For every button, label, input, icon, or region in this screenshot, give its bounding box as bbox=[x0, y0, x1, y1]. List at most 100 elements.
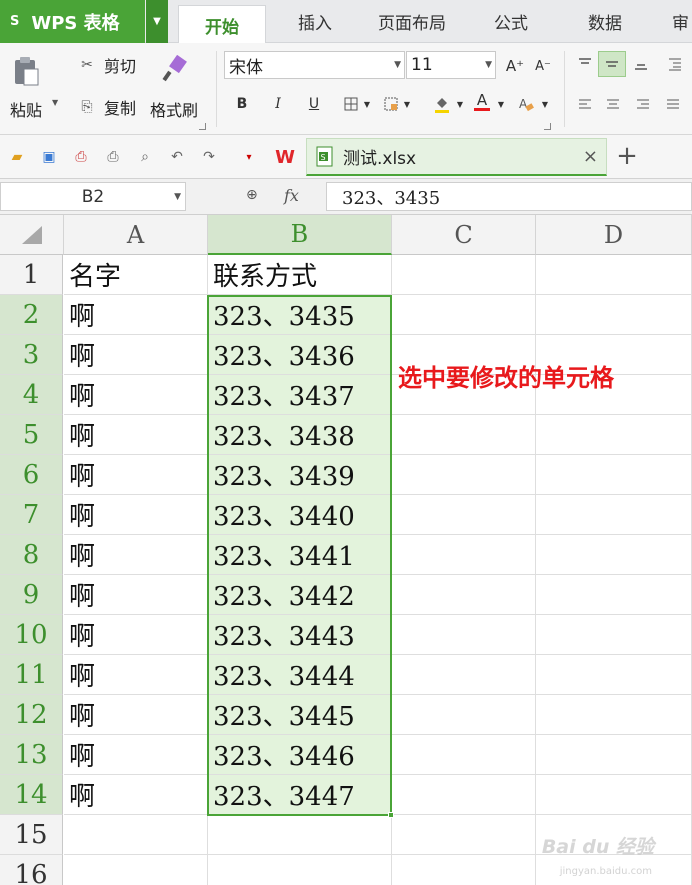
align-center-button[interactable] bbox=[602, 93, 624, 115]
cell-d7[interactable] bbox=[536, 495, 692, 535]
cell-a13[interactable]: 啊 bbox=[64, 735, 208, 775]
chevron-down-icon[interactable]: ▼ bbox=[402, 93, 412, 115]
cell-b10[interactable]: 323、3443 bbox=[208, 615, 392, 655]
cell-d13[interactable] bbox=[536, 735, 692, 775]
cell-c8[interactable] bbox=[392, 535, 536, 575]
cell-b6[interactable]: 323、3439 bbox=[208, 455, 392, 495]
row-header[interactable]: 10 bbox=[0, 615, 63, 655]
tab-page-layout[interactable]: 页面布局 bbox=[362, 0, 462, 43]
font-group-launcher-icon[interactable] bbox=[544, 123, 551, 130]
paste-button[interactable]: 粘贴 bbox=[10, 55, 42, 121]
row-header[interactable]: 11 bbox=[0, 655, 63, 695]
cell-a4[interactable]: 啊 bbox=[64, 375, 208, 415]
cell-b7[interactable]: 323、3440 bbox=[208, 495, 392, 535]
clipboard-group-launcher-icon[interactable] bbox=[199, 123, 206, 130]
cell-d14[interactable] bbox=[536, 775, 692, 815]
undo-icon[interactable]: ↶ bbox=[168, 148, 186, 166]
tab-formulas[interactable]: 公式 bbox=[476, 0, 546, 43]
column-header-c[interactable]: C bbox=[392, 215, 536, 255]
open-folder-icon[interactable]: ▰ bbox=[8, 148, 26, 166]
print-icon[interactable]: ⎙ bbox=[104, 148, 122, 166]
cell-b2[interactable]: 323、3435 bbox=[208, 295, 392, 335]
tab-insert[interactable]: 插入 bbox=[276, 0, 354, 43]
print-preview-icon[interactable]: ⌕ bbox=[136, 148, 154, 166]
row-header[interactable]: 15 bbox=[0, 815, 63, 855]
customize-toolbar-icon[interactable]: ▾ bbox=[240, 148, 258, 166]
paste-dropdown-icon[interactable]: ▼ bbox=[52, 98, 58, 107]
cell-d10[interactable] bbox=[536, 615, 692, 655]
tab-data[interactable]: 数据 bbox=[570, 0, 640, 43]
cell-a16[interactable] bbox=[64, 855, 208, 885]
clear-format-button[interactable]: A bbox=[516, 93, 536, 115]
tab-review[interactable]: 审 bbox=[672, 0, 692, 43]
row-header[interactable]: 1 bbox=[0, 255, 63, 295]
cell-c9[interactable] bbox=[392, 575, 536, 615]
row-header[interactable]: 8 bbox=[0, 535, 63, 575]
cell-a8[interactable]: 啊 bbox=[64, 535, 208, 575]
document-tab[interactable]: S 测试.xlsx × bbox=[306, 138, 607, 176]
row-header[interactable]: 9 bbox=[0, 575, 63, 615]
align-middle-button[interactable] bbox=[598, 51, 626, 77]
cell-b11[interactable]: 323、3444 bbox=[208, 655, 392, 695]
row-header[interactable]: 2 bbox=[0, 295, 63, 335]
cut-button[interactable]: ✂ 剪切 bbox=[76, 53, 136, 77]
fill-color-button[interactable] bbox=[432, 93, 452, 115]
cell-d5[interactable] bbox=[536, 415, 692, 455]
row-header[interactable]: 4 bbox=[0, 375, 63, 415]
cell-a15[interactable] bbox=[64, 815, 208, 855]
cell-b9[interactable]: 323、3442 bbox=[208, 575, 392, 615]
copy-button[interactable]: ⎘ 复制 bbox=[76, 95, 136, 119]
row-header[interactable]: 12 bbox=[0, 695, 63, 735]
row-header[interactable]: 14 bbox=[0, 775, 63, 815]
cell-a1[interactable]: 名字 bbox=[64, 255, 208, 295]
row-header[interactable]: 16 bbox=[0, 855, 63, 885]
italic-button[interactable]: I bbox=[268, 93, 288, 115]
cell-a14[interactable]: 啊 bbox=[64, 775, 208, 815]
fx-icon[interactable]: fx bbox=[284, 186, 299, 205]
cell-a12[interactable]: 啊 bbox=[64, 695, 208, 735]
name-box[interactable]: B2 ▼ bbox=[0, 182, 186, 211]
cell-d1[interactable] bbox=[536, 255, 692, 295]
cell-c12[interactable] bbox=[392, 695, 536, 735]
tab-home[interactable]: 开始 bbox=[178, 5, 266, 44]
cell-c16[interactable] bbox=[392, 855, 536, 885]
close-tab-icon[interactable]: × bbox=[583, 146, 598, 167]
grow-font-button[interactable]: A⁺ bbox=[504, 55, 526, 77]
borders-button[interactable] bbox=[342, 93, 360, 115]
align-left-button[interactable] bbox=[574, 93, 596, 115]
cell-b12[interactable]: 323、3445 bbox=[208, 695, 392, 735]
cell-c11[interactable] bbox=[392, 655, 536, 695]
cell-c5[interactable] bbox=[392, 415, 536, 455]
align-top-button[interactable] bbox=[574, 53, 596, 75]
cell-a6[interactable]: 啊 bbox=[64, 455, 208, 495]
cell-style-button[interactable] bbox=[382, 93, 400, 115]
app-dropdown-icon[interactable]: ▼ bbox=[146, 0, 168, 43]
cell-c15[interactable] bbox=[392, 815, 536, 855]
font-color-button[interactable]: A bbox=[472, 91, 492, 113]
cell-b15[interactable] bbox=[208, 815, 392, 855]
cell-c10[interactable] bbox=[392, 615, 536, 655]
cell-d2[interactable] bbox=[536, 295, 692, 335]
underline-button[interactable]: U bbox=[304, 93, 324, 115]
cell-b3[interactable]: 323、3436 bbox=[208, 335, 392, 375]
wps-w-icon[interactable]: W bbox=[272, 147, 298, 168]
cell-d11[interactable] bbox=[536, 655, 692, 695]
format-painter-button[interactable]: 格式刷 bbox=[150, 55, 198, 121]
cell-c2[interactable] bbox=[392, 295, 536, 335]
save-icon[interactable]: ▣ bbox=[40, 148, 58, 166]
shrink-font-button[interactable]: A⁻ bbox=[532, 55, 554, 77]
font-name-select[interactable]: 宋体 ▼ bbox=[224, 51, 405, 79]
row-header[interactable]: 5 bbox=[0, 415, 63, 455]
row-header[interactable]: 3 bbox=[0, 335, 63, 375]
cell-c13[interactable] bbox=[392, 735, 536, 775]
cell-c6[interactable] bbox=[392, 455, 536, 495]
cell-b4[interactable]: 323、3437 bbox=[208, 375, 392, 415]
justify-button[interactable] bbox=[662, 93, 684, 115]
chevron-down-icon[interactable]: ▼ bbox=[362, 93, 372, 115]
cell-b8[interactable]: 323、3441 bbox=[208, 535, 392, 575]
zoom-lookup-icon[interactable]: ⊕ bbox=[246, 187, 258, 203]
align-bottom-button[interactable] bbox=[630, 53, 652, 75]
cell-b13[interactable]: 323、3446 bbox=[208, 735, 392, 775]
cell-d6[interactable] bbox=[536, 455, 692, 495]
column-header-d[interactable]: D bbox=[536, 215, 692, 255]
